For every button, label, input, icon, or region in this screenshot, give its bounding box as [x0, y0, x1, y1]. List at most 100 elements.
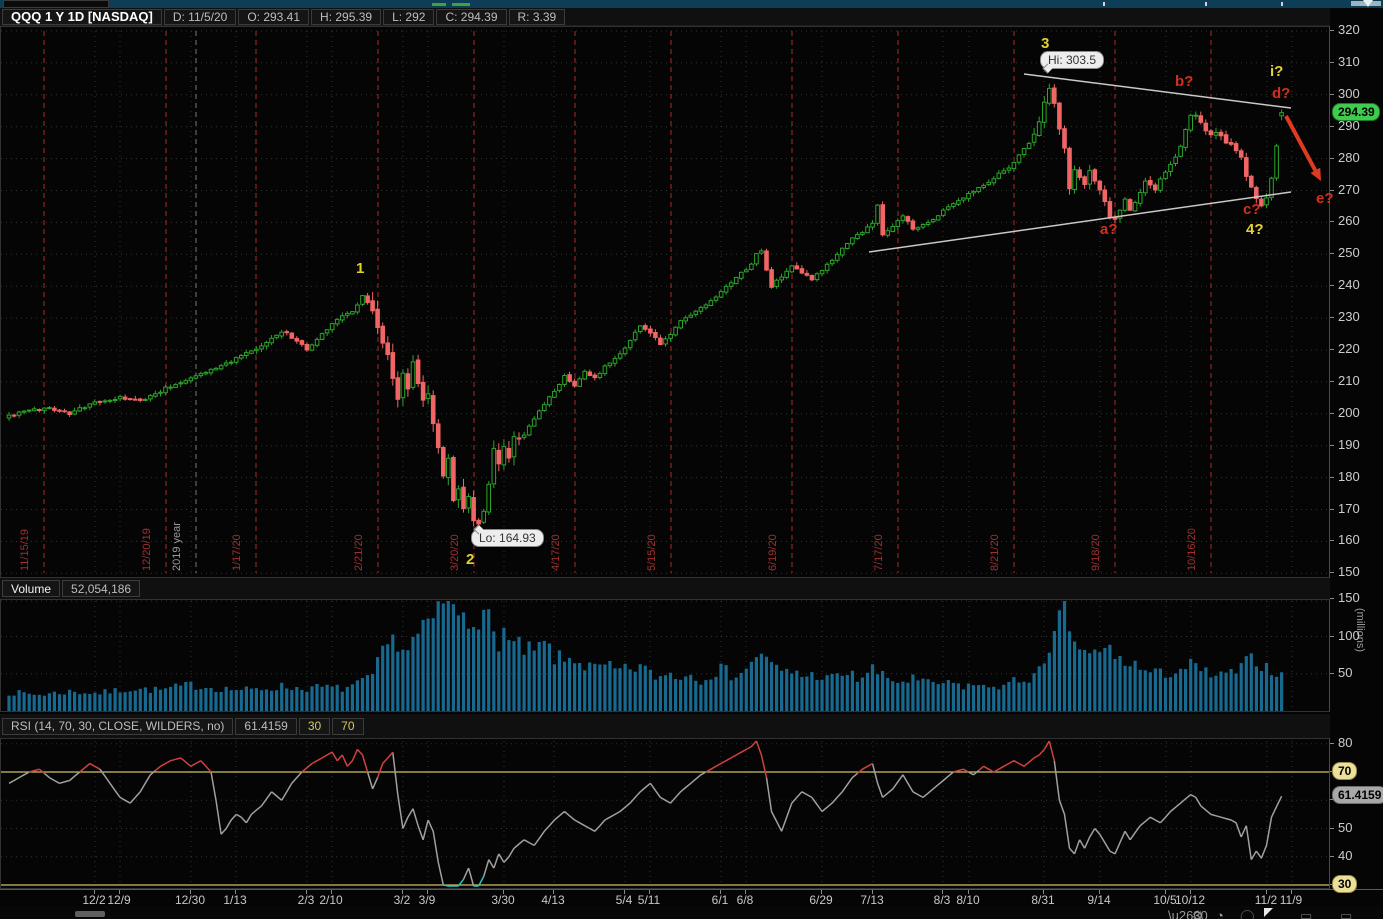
rsi-40-label: 40 [1338, 848, 1352, 863]
top-symbol-input[interactable] [3, 0, 109, 8]
rsi-70-label: 70 [1338, 763, 1352, 778]
price-160-tick [1330, 540, 1334, 541]
time-label-10-12: 10/12 [1170, 893, 1210, 907]
time-label-8-10: 8/10 [948, 893, 988, 907]
wave-label-3[interactable]: 3 [1041, 35, 1049, 52]
price-280-tick [1330, 158, 1334, 159]
rsi-param-high: 70 [332, 718, 363, 735]
wave-label-i[interactable]: i? [1270, 63, 1283, 80]
chart-header: QQQ 1 Y 1D [NASDAQ] D: 11/5/20O: 293.41H… [0, 8, 1330, 26]
ohlc-field-C: C: 294.39 [436, 9, 506, 25]
rsi-50-label: 50 [1338, 820, 1352, 835]
wave-label-c[interactable]: c? [1243, 201, 1261, 218]
volume-chart-svg [1, 600, 1329, 711]
wave-label-e[interactable]: e? [1316, 190, 1334, 207]
time-label-1-13: 1/13 [215, 893, 255, 907]
price-210-tick [1330, 381, 1334, 382]
price-320-tick [1330, 30, 1334, 31]
trading-chart-window: QQQ 1 Y 1D [NASDAQ] D: 11/5/20O: 293.41H… [0, 0, 1383, 919]
price-290-label: 290 [1338, 118, 1360, 133]
ohlc-field-H: H: 295.39 [311, 9, 381, 25]
price-240-tick [1330, 285, 1334, 286]
clipped-label: ▭ [1300, 908, 1312, 919]
top-green-quote-text2 [452, 3, 470, 6]
clock-icon[interactable]: ◔ [1216, 908, 1224, 919]
price-270-label: 270 [1338, 182, 1360, 197]
rsi-header: RSI (14, 70, 30, CLOSE, WILDERS, no) 61.… [0, 714, 1330, 738]
rsi-80-label: 80 [1338, 735, 1352, 750]
wave-label-d[interactable]: d? [1272, 85, 1290, 102]
volume-100-label: 100 [1338, 628, 1360, 643]
wave-label-4[interactable]: 4? [1246, 221, 1264, 238]
rsi-param-low: 30 [299, 718, 330, 735]
expiry-line-label: 5/15/20 [646, 534, 658, 571]
gear-icon[interactable]: ⚙ [1192, 908, 1204, 919]
price-250-tick [1330, 253, 1334, 254]
rsi-30-tick [1330, 884, 1334, 885]
expiry-line-label: 8/21/20 [989, 534, 1001, 571]
rsi-50-tick [1330, 828, 1334, 829]
projection-arrow[interactable] [1286, 116, 1315, 170]
time-label-2-10: 2/10 [311, 893, 351, 907]
rsi-40-tick [1330, 856, 1334, 857]
price-300-label: 300 [1338, 86, 1360, 101]
volume-header: Volume 52,054,186 [0, 578, 1330, 599]
volume-title: Volume [2, 580, 60, 597]
rsi-80-tick [1330, 743, 1334, 744]
ohlc-field-D: D: 11/5/20 [164, 9, 236, 25]
expiry-line-label: 7/17/20 [873, 534, 885, 571]
time-label-6-8: 6/8 [725, 893, 765, 907]
price-300-tick [1330, 94, 1334, 95]
rsi-title: RSI (14, 70, 30, CLOSE, WILDERS, no) [2, 718, 233, 735]
price-210-label: 210 [1338, 373, 1360, 388]
top-dropdown-arrow-icon[interactable] [1363, 0, 1373, 7]
price-320-label: 320 [1338, 22, 1360, 37]
ohlc-field-O: O: 293.41 [238, 9, 309, 25]
wave-label-b[interactable]: b? [1175, 73, 1193, 90]
expiry-line-label: 11/15/19 [19, 529, 31, 571]
price-220-label: 220 [1338, 341, 1360, 356]
price-260-label: 260 [1338, 213, 1360, 228]
volume-150-tick [1330, 598, 1334, 599]
price-240-label: 240 [1338, 277, 1360, 292]
price-310-label: 310 [1338, 54, 1360, 69]
price-chart-canvas[interactable]: 11/15/1912/20/191/17/202/21/203/20/204/1… [0, 26, 1330, 578]
volume-value: 52,054,186 [62, 580, 140, 597]
top-toolbar-mark2 [1205, 2, 1207, 6]
price-230-label: 230 [1338, 309, 1360, 324]
cursor-icon[interactable] [1264, 908, 1273, 917]
price-190-label: 190 [1338, 437, 1360, 452]
year-line-label: 2019 year [171, 522, 183, 571]
rsi-70-tick [1330, 771, 1334, 772]
ohlc-field-L: L: 292 [383, 9, 434, 25]
expiry-line-label: 4/17/20 [550, 534, 562, 571]
price-170-tick [1330, 509, 1334, 510]
circle-icon[interactable]: ◯ [1240, 908, 1255, 919]
volume-100-tick [1330, 636, 1334, 637]
price-250-label: 250 [1338, 245, 1360, 260]
price-200-label: 200 [1338, 405, 1360, 420]
wave-label-1[interactable]: 1 [356, 260, 364, 277]
rsi-60-tick [1330, 799, 1334, 800]
ohlc-field-R: R: 3.39 [509, 9, 566, 25]
time-label-12-30: 12/30 [170, 893, 210, 907]
trendline-upper[interactable] [1024, 74, 1291, 108]
price-axis[interactable]: (millions) 32031030029028027026025024023… [1330, 8, 1383, 906]
horizontal-scrollbar-thumb[interactable] [75, 911, 105, 917]
price-170-label: 170 [1338, 501, 1360, 516]
expiry-line-label: 12/20/19 [141, 528, 153, 571]
rsi-chart-canvas[interactable] [0, 738, 1330, 889]
volume-chart-canvas[interactable] [0, 599, 1330, 712]
price-280-label: 280 [1338, 150, 1360, 165]
rsi-chart-svg [1, 739, 1329, 888]
wave-label-a[interactable]: a? [1100, 221, 1118, 238]
time-label-5-11: 5/11 [629, 893, 669, 907]
expiry-line-label: 6/19/20 [767, 534, 779, 571]
expiry-line-label: 2/21/20 [353, 534, 365, 571]
price-260-tick [1330, 221, 1334, 222]
top-green-quote-text [432, 3, 446, 6]
clipped-label2: ▭ [1340, 908, 1352, 919]
wave-label-2[interactable]: 2 [466, 551, 474, 568]
time-label-7-13: 7/13 [852, 893, 892, 907]
time-axis[interactable]: 12/212/912/301/132/32/103/23/93/304/135/… [0, 889, 1383, 906]
